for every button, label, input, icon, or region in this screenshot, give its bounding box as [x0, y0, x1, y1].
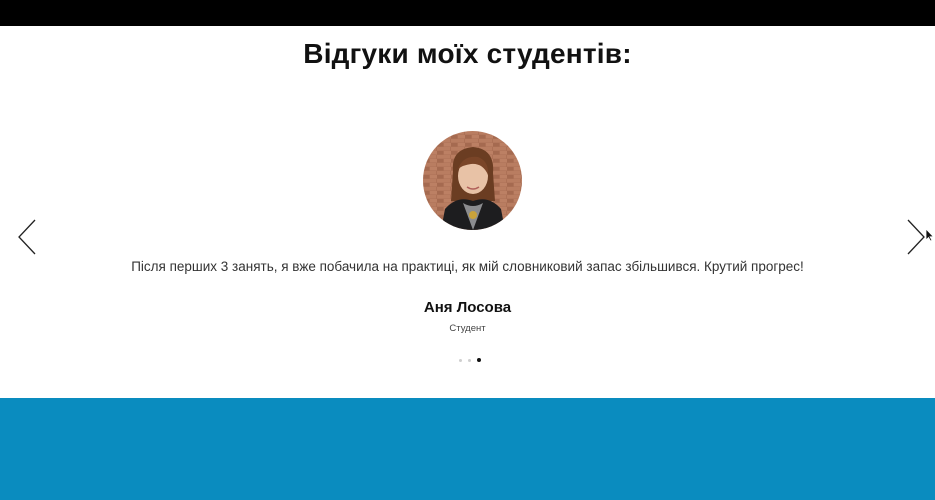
chevron-right-icon [907, 219, 925, 255]
testimonial-author-name: Аня Лосова [423, 299, 512, 316]
slider-dot-3-active[interactable] [477, 358, 481, 362]
testimonial-author-role: Студент [449, 323, 486, 334]
top-header-bar [0, 0, 935, 26]
slider-dot-1[interactable] [459, 358, 462, 362]
testimonial-quote: Після перших 3 занять, я вже побачила на… [131, 259, 804, 274]
next-slide-button[interactable] [905, 218, 927, 256]
slider-pagination [459, 357, 481, 363]
slider-dot-2[interactable] [468, 358, 471, 362]
mouse-cursor-icon [925, 228, 935, 242]
next-section-banner [0, 398, 935, 500]
testimonials-title: Відгуки моїх студентів: [303, 38, 632, 69]
student-avatar [423, 131, 522, 230]
chevron-left-icon [18, 219, 36, 255]
prev-slide-button[interactable] [16, 218, 38, 256]
